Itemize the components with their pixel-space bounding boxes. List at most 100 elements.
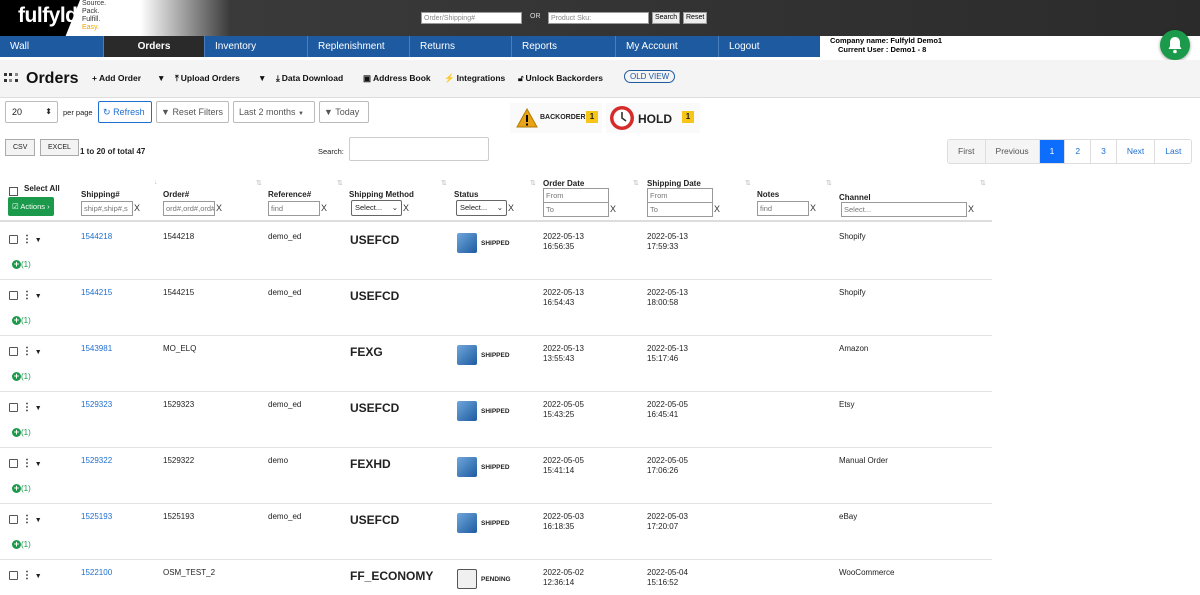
date-range-select[interactable]: Last 2 months ▼	[233, 101, 315, 123]
sku-search-input[interactable]: Product Sku:	[548, 12, 649, 24]
row-menu-icon[interactable]: ⋮ ▼	[22, 346, 42, 357]
search-button[interactable]: Search	[652, 12, 681, 24]
page-next[interactable]: Next	[1116, 140, 1156, 163]
clear-filter-icon[interactable]: X	[968, 204, 974, 214]
row-checkbox[interactable]	[9, 235, 18, 244]
data-download-button[interactable]: ⤓ Data Download	[276, 73, 343, 84]
col-shipping-method[interactable]: Shipping Method	[349, 190, 414, 199]
table-search-input[interactable]	[349, 137, 489, 161]
page-1[interactable]: 1	[1039, 140, 1066, 163]
nav-replenishment[interactable]: Replenishment	[308, 36, 410, 57]
col-order[interactable]: Order#	[163, 190, 189, 199]
order-filter-input[interactable]: ord#,ord#,ord#	[163, 201, 215, 216]
add-order-button[interactable]: + Add Order	[92, 73, 141, 83]
excel-button[interactable]: EXCEL	[40, 139, 79, 156]
shipping-link[interactable]: 1543981	[81, 344, 112, 354]
clear-filter-icon[interactable]: X	[134, 203, 140, 213]
actions-button[interactable]: ☑ Actions ›	[8, 197, 54, 216]
add-item-button[interactable]: + (1)	[12, 540, 31, 550]
nav-wall[interactable]: Wall	[0, 36, 104, 57]
upload-orders-button[interactable]: ⤒ Upload Orders	[175, 73, 240, 84]
reset-filters-button[interactable]: ▼ Reset Filters	[156, 101, 229, 123]
add-item-button[interactable]: + (1)	[12, 372, 31, 382]
row-checkbox[interactable]	[9, 403, 18, 412]
nav-reports[interactable]: Reports	[512, 36, 616, 57]
shipping-filter-input[interactable]: ship#,ship#,s	[81, 201, 133, 216]
notification-bell-button[interactable]	[1160, 30, 1190, 60]
nav-inventory[interactable]: Inventory	[205, 36, 308, 57]
col-order-date[interactable]: Order Date	[543, 179, 584, 188]
row-menu-icon[interactable]: ⋮ ▼	[22, 458, 42, 469]
row-menu-icon[interactable]: ⋮ ▼	[22, 402, 42, 413]
sort-icon[interactable]: ⇅	[745, 179, 751, 187]
add-item-button[interactable]: + (1)	[12, 484, 31, 494]
shipping-date-from-input[interactable]: From	[647, 188, 713, 203]
shipping-link[interactable]: 1522100	[81, 568, 112, 578]
status-filter-select[interactable]: Select... ⌄	[456, 200, 507, 216]
sort-icon[interactable]: ⇅	[337, 179, 343, 187]
clear-filter-icon[interactable]: X	[403, 203, 409, 213]
col-shipping-date[interactable]: Shipping Date	[647, 179, 701, 188]
nav-my-account[interactable]: My Account	[616, 36, 719, 57]
sort-icon[interactable]: ⇅	[441, 179, 447, 187]
row-menu-icon[interactable]: ⋮ ▼	[22, 290, 42, 301]
col-status[interactable]: Status	[454, 190, 478, 199]
col-notes[interactable]: Notes	[757, 190, 779, 199]
page-first[interactable]: First	[948, 140, 986, 163]
page-3[interactable]: 3	[1091, 140, 1117, 163]
row-menu-icon[interactable]: ⋮ ▼	[22, 570, 42, 581]
page-2[interactable]: 2	[1065, 140, 1092, 163]
sort-icon[interactable]: ⇅	[256, 179, 262, 187]
add-item-button[interactable]: + (1)	[12, 428, 31, 438]
clear-filter-icon[interactable]: X	[216, 203, 222, 213]
add-item-button[interactable]: + (1)	[12, 316, 31, 326]
col-reference[interactable]: Reference#	[268, 190, 311, 199]
today-button[interactable]: ▼ Today	[319, 101, 369, 123]
integrations-button[interactable]: ⚡ Integrations	[444, 73, 505, 84]
nav-returns[interactable]: Returns	[410, 36, 512, 57]
add-order-dropdown[interactable]: ▼	[157, 73, 165, 83]
page-last[interactable]: Last	[1155, 140, 1192, 163]
row-checkbox[interactable]	[9, 291, 18, 300]
per-page-select[interactable]: 20 ⬍	[5, 101, 58, 123]
channel-filter-select[interactable]: Select...	[841, 202, 967, 217]
shipping-link[interactable]: 1529322	[81, 456, 112, 466]
row-checkbox[interactable]	[9, 459, 18, 468]
row-menu-icon[interactable]: ⋮ ▼	[22, 514, 42, 525]
shipping-link[interactable]: 1529323	[81, 400, 112, 410]
order-date-from-input[interactable]: From	[543, 188, 609, 203]
shipping-link[interactable]: 1525193	[81, 512, 112, 522]
col-channel[interactable]: Channel	[839, 193, 871, 202]
select-all-checkbox[interactable]	[9, 187, 18, 196]
clear-filter-icon[interactable]: X	[714, 204, 720, 214]
row-menu-icon[interactable]: ⋮ ▼	[22, 234, 42, 245]
clear-filter-icon[interactable]: X	[810, 203, 816, 213]
sort-icon[interactable]: ↓	[154, 179, 158, 186]
method-filter-select[interactable]: Select... ⌄	[351, 200, 402, 216]
sort-icon[interactable]: ⇅	[826, 179, 832, 187]
shipping-date-to-input[interactable]: To	[647, 202, 713, 217]
sort-icon[interactable]: ⇅	[980, 179, 986, 187]
clear-filter-icon[interactable]: X	[610, 204, 616, 214]
shipping-link[interactable]: 1544215	[81, 288, 112, 298]
row-checkbox[interactable]	[9, 515, 18, 524]
row-checkbox[interactable]	[9, 571, 18, 580]
row-checkbox[interactable]	[9, 347, 18, 356]
clear-filter-icon[interactable]: X	[321, 203, 327, 213]
col-shipping[interactable]: Shipping#	[81, 190, 120, 199]
unlock-backorders-button[interactable]: 🔓︎ Unlock Backorders	[518, 73, 603, 84]
add-item-button[interactable]: + (1)	[12, 260, 31, 270]
sort-icon[interactable]: ⇅	[633, 179, 639, 187]
page-previous[interactable]: Previous	[985, 140, 1040, 163]
old-view-button[interactable]: OLD VIEW	[624, 70, 676, 83]
refresh-button[interactable]: ↻ Refresh	[98, 101, 152, 123]
logo[interactable]: fulfyld Source. Pack. Fulfill. Easy.	[0, 0, 130, 36]
upload-orders-dropdown[interactable]: ▼	[258, 73, 266, 83]
csv-button[interactable]: CSV	[5, 139, 36, 156]
order-date-to-input[interactable]: To	[543, 202, 609, 217]
sort-icon[interactable]: ⇅	[530, 179, 536, 187]
address-book-button[interactable]: ▣ Address Book	[363, 73, 431, 84]
order-search-input[interactable]: Order/Shipping#	[421, 12, 522, 24]
hold-badge[interactable]: HOLD 1	[606, 103, 700, 133]
shipping-link[interactable]: 1544218	[81, 232, 112, 242]
